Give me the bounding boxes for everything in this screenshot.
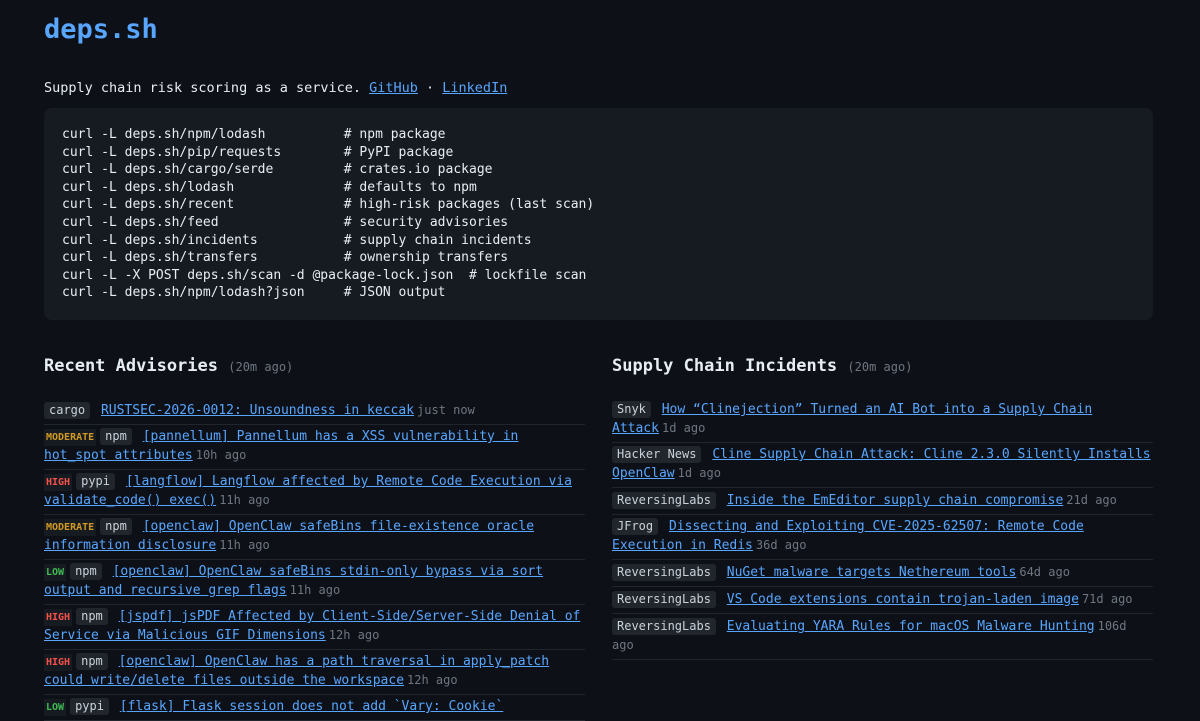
advisories-age: (20m ago) xyxy=(228,360,294,374)
source-tag: Snyk xyxy=(612,401,651,418)
usage-code: curl -L deps.sh/npm/lodash # npm package… xyxy=(62,126,1135,302)
incident-link[interactable]: NuGet malware targets Nethereum tools xyxy=(727,565,1017,580)
advisory-item: HIGH pypi [langflow] Langflow affected by… xyxy=(44,470,585,515)
advisory-item: HIGH npm [openclaw] OpenClaw has a path t… xyxy=(44,650,585,695)
columns: Recent Advisories (20m ago) cargo RUSTSE… xyxy=(44,356,1156,721)
linkedin-link[interactable]: LinkedIn xyxy=(442,80,507,96)
usage-line: curl -L deps.sh/lodash # defaults to npm xyxy=(62,179,477,195)
advisory-time: just now xyxy=(417,403,475,417)
advisory-time: 12h ago xyxy=(407,673,458,687)
usage-line: curl -L deps.sh/npm/lodash # npm package xyxy=(62,127,446,142)
ecosystem-tag: npm xyxy=(76,653,108,670)
severity-badge: LOW xyxy=(44,699,67,716)
ecosystem-tag: npm xyxy=(76,608,108,625)
site-title: deps.sh xyxy=(44,14,158,45)
source-tag: ReversingLabs xyxy=(612,618,716,635)
incidents-section: Supply Chain Incidents (20m ago) Snyk Ho… xyxy=(612,356,1153,721)
advisory-item: LOW npm [openclaw] OpenClaw safeBins stdi… xyxy=(44,560,585,605)
incident-item: ReversingLabs NuGet malware targets Neth… xyxy=(612,560,1153,587)
advisory-item: MODERATE npm [openclaw] OpenClaw safeBins… xyxy=(44,515,585,560)
incident-item: Hacker News Cline Supply Chain Attack: C… xyxy=(612,443,1153,488)
usage-line: curl -L deps.sh/incidents # supply chain… xyxy=(62,232,532,248)
incident-time: 1d ago xyxy=(661,421,706,435)
severity-badge: MODERATE xyxy=(44,519,97,536)
incidents-heading: Supply Chain Incidents (20m ago) xyxy=(612,356,1153,380)
incident-time: 36d ago xyxy=(755,538,807,552)
incident-time: 21d ago xyxy=(1066,493,1117,507)
source-tag: JFrog xyxy=(612,518,659,535)
advisory-link[interactable]: RUSTSEC-2026-0012: Unsoundness in keccak xyxy=(101,403,414,418)
usage-line: curl -L -X POST deps.sh/scan -d @package… xyxy=(62,267,587,283)
usage-code-block: curl -L deps.sh/npm/lodash # npm package… xyxy=(44,108,1153,320)
incident-item: ReversingLabs Inside the EmEditor supply… xyxy=(612,488,1153,515)
ecosystem-tag: npm xyxy=(70,563,102,580)
link-separator: · xyxy=(417,80,443,96)
tagline: Supply chain risk scoring as a service. … xyxy=(44,80,1156,96)
ecosystem-tag: cargo xyxy=(44,402,91,419)
usage-line: curl -L deps.sh/transfers # ownership tr… xyxy=(62,250,509,266)
advisory-time: 12h ago xyxy=(328,628,380,642)
advisory-time: 11h ago xyxy=(289,583,341,597)
incident-link[interactable]: VS Code extensions contain trojan-laden … xyxy=(727,592,1079,607)
usage-line: curl -L deps.sh/feed # security advisori… xyxy=(62,214,509,230)
advisories-heading: Recent Advisories (20m ago) xyxy=(44,356,585,380)
incident-item: JFrog Dissecting and Exploiting CVE-2025… xyxy=(612,515,1153,560)
advisory-item: cargo RUSTSEC-2026-0012: Unsoundness in … xyxy=(44,398,585,425)
source-tag: ReversingLabs xyxy=(612,492,716,509)
usage-line: curl -L deps.sh/npm/lodash?json # JSON o… xyxy=(62,285,446,301)
usage-line: curl -L deps.sh/recent # high-risk packa… xyxy=(62,197,595,213)
advisory-link[interactable]: [flask] Flask session does not add `Vary… xyxy=(120,699,504,714)
severity-badge: HIGH xyxy=(44,474,73,491)
incident-list: Snyk How “Clinejection” Turned an AI Bot… xyxy=(612,398,1153,660)
incident-link[interactable]: Dissecting and Exploiting CVE-2025-62507… xyxy=(612,519,1084,553)
incident-item: ReversingLabs Evaluating YARA Rules for … xyxy=(612,614,1153,660)
incidents-title: Supply Chain Incidents xyxy=(612,356,838,376)
incident-time: 71d ago xyxy=(1081,592,1133,606)
usage-line: curl -L deps.sh/cargo/serde # crates.io … xyxy=(62,162,493,178)
usage-line: curl -L deps.sh/pip/requests # PyPI pack… xyxy=(62,144,454,160)
incident-time: 64d ago xyxy=(1019,565,1070,579)
incident-time: 1d ago xyxy=(677,466,721,480)
advisory-link[interactable]: [langflow] Langflow affected by Remote C… xyxy=(44,474,572,508)
source-tag: ReversingLabs xyxy=(612,591,716,608)
severity-badge: HIGH xyxy=(44,654,73,671)
advisory-link[interactable]: [openclaw] OpenClaw has a path traversal… xyxy=(44,654,549,688)
source-tag: ReversingLabs xyxy=(612,564,716,581)
incidents-age: (20m ago) xyxy=(847,360,913,374)
advisory-time: 11h ago xyxy=(219,493,270,507)
tagline-text: Supply chain risk scoring as a service. xyxy=(44,80,361,96)
advisory-item: HIGH npm [jspdf] jsPDF Affected by Client… xyxy=(44,605,585,650)
advisory-time: 10h ago xyxy=(195,448,247,462)
advisories-section: Recent Advisories (20m ago) cargo RUSTSE… xyxy=(44,356,585,721)
severity-badge: LOW xyxy=(44,564,67,581)
advisory-link[interactable]: [jspdf] jsPDF Affected by Client-Side/Se… xyxy=(44,609,580,643)
ecosystem-tag: pypi xyxy=(76,473,115,490)
advisory-list: cargo RUSTSEC-2026-0012: Unsoundness in … xyxy=(44,398,585,721)
ecosystem-tag: npm xyxy=(100,428,132,445)
advisory-time: 11h ago xyxy=(219,538,270,552)
severity-badge: MODERATE xyxy=(44,429,97,446)
advisory-item: MODERATE npm [pannellum] Pannellum has a … xyxy=(44,425,585,470)
advisory-item: LOW pypi [flask] Flask session does not a… xyxy=(44,695,585,721)
incident-item: ReversingLabs VS Code extensions contain… xyxy=(612,587,1153,614)
source-tag: Hacker News xyxy=(612,446,702,463)
incident-item: Snyk How “Clinejection” Turned an AI Bot… xyxy=(612,398,1153,443)
incident-link[interactable]: Evaluating YARA Rules for macOS Malware … xyxy=(727,619,1095,634)
github-link[interactable]: GitHub xyxy=(369,80,418,96)
ecosystem-tag: pypi xyxy=(70,698,109,715)
advisories-title: Recent Advisories xyxy=(44,356,218,376)
incident-link[interactable]: Inside the EmEditor supply chain comprom… xyxy=(727,493,1064,508)
severity-badge: HIGH xyxy=(44,609,73,626)
ecosystem-tag: npm xyxy=(100,518,132,535)
page: deps.sh Supply chain risk scoring as a s… xyxy=(0,0,1200,721)
